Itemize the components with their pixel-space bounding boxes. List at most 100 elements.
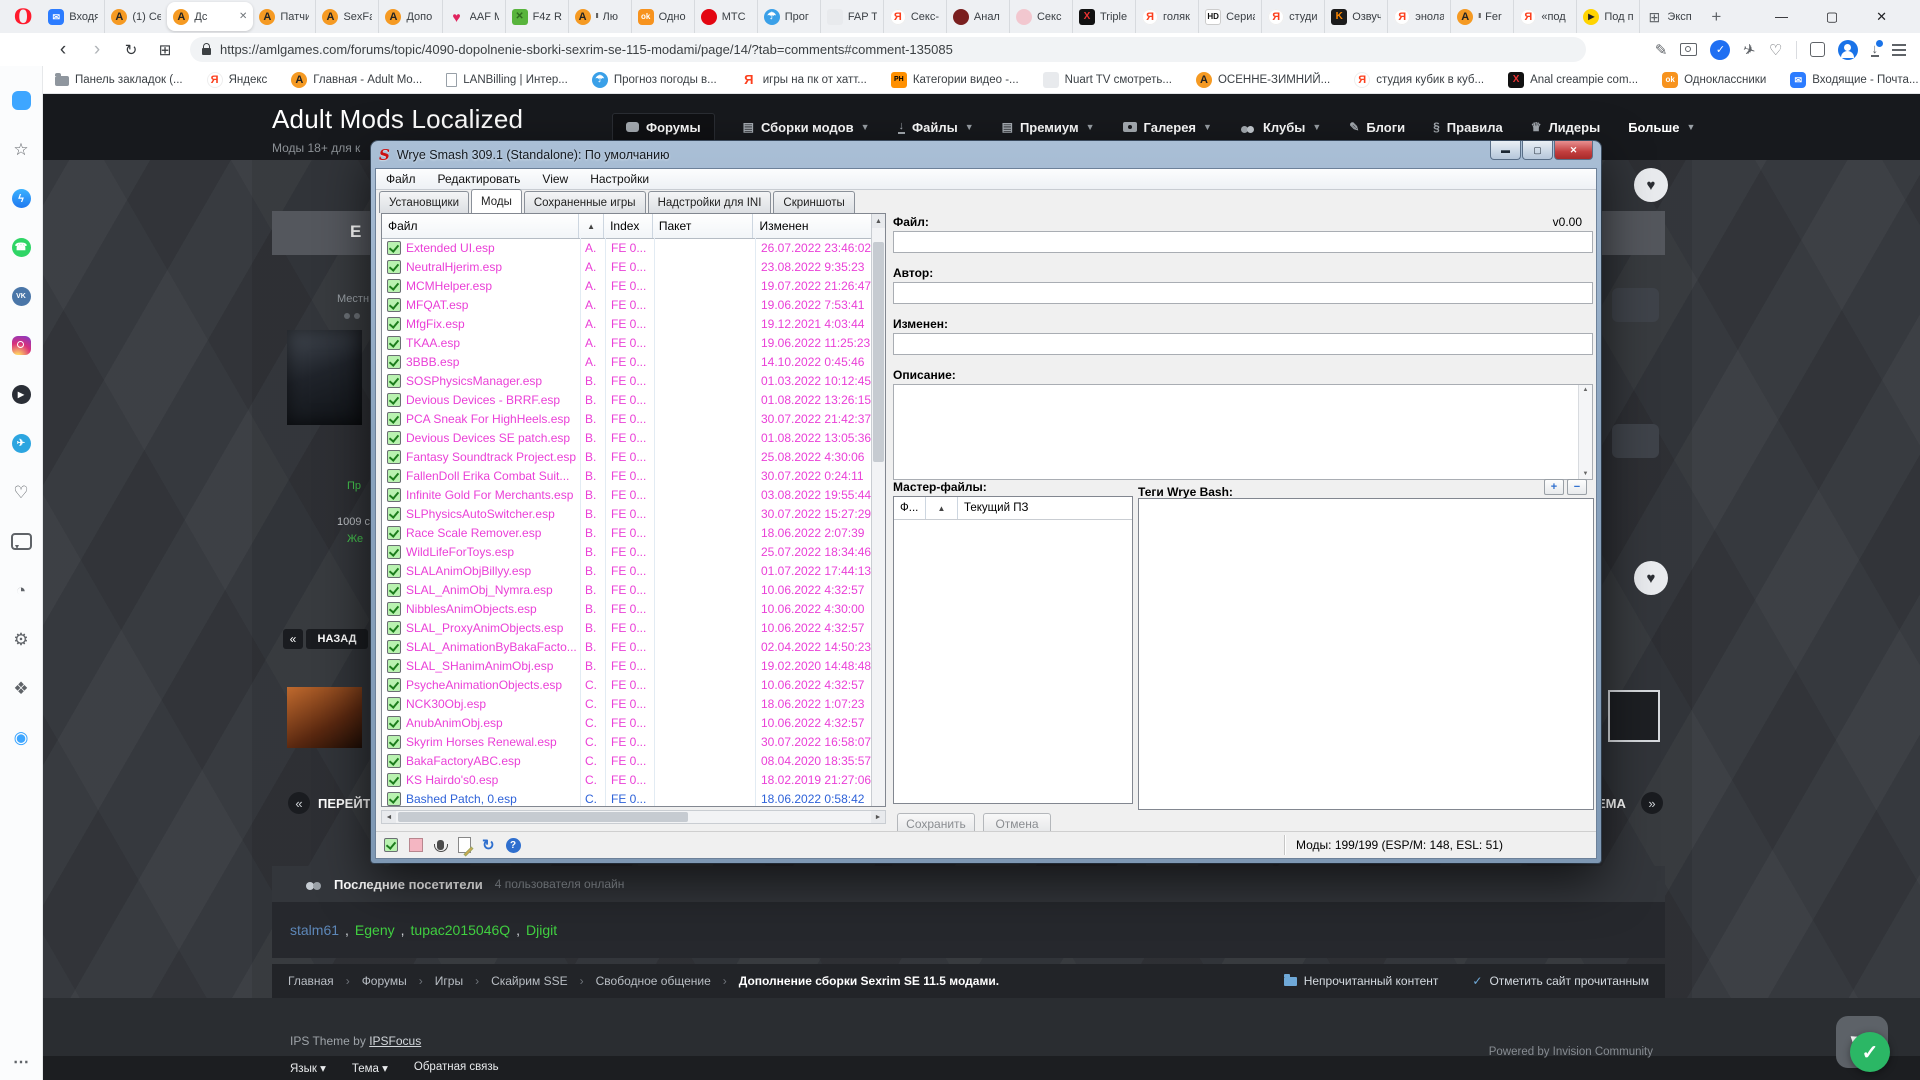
table-row[interactable]: PCA Sneak For HighHeels.espB.FE 0...30.0… [382, 409, 872, 428]
master-column-loadorder[interactable]: Текущий ПЗ [958, 497, 1132, 519]
browser-minimize-button[interactable]: — [1775, 9, 1788, 24]
nav-item-Правила[interactable]: §Правила [1433, 120, 1503, 135]
sidebar-messenger-icon[interactable]: ϟ [0, 174, 43, 223]
profile-link-fragment[interactable]: Пр [347, 480, 361, 492]
mod-checkbox[interactable] [382, 697, 406, 711]
status-check-widget[interactable]: ✓ [1850, 1032, 1890, 1072]
table-row[interactable]: Devious Devices SE patch.espB.FE 0...01.… [382, 428, 872, 447]
tag-remove-button[interactable]: − [1567, 479, 1587, 495]
doc-edit-icon[interactable] [458, 837, 471, 853]
table-row[interactable]: NCK30Obj.espC.FE 0...18.06.2022 1:07:23 [382, 694, 872, 713]
browser-tab[interactable]: AПатчи [253, 0, 315, 33]
browser-tab[interactable]: ♥AAF M [442, 0, 505, 33]
mod-checkbox[interactable] [382, 602, 406, 616]
mod-checkbox[interactable] [382, 393, 406, 407]
browser-tab[interactable]: ✉Входя [42, 0, 104, 33]
description-textarea[interactable]: ▲▼ [893, 384, 1593, 480]
table-row[interactable]: Race Scale Remover.espB.FE 0...18.06.202… [382, 523, 872, 542]
mod-checkbox[interactable] [382, 450, 406, 464]
signature-image[interactable] [287, 687, 362, 748]
browser-tab[interactable]: Яэнола [1387, 0, 1450, 33]
browser-tab[interactable]: ⊞Эксп [1639, 0, 1702, 33]
horizontal-scrollbar[interactable]: ◄ ► [381, 810, 886, 824]
column-modified[interactable]: Изменен [753, 214, 872, 238]
sidebar-settings-icon[interactable]: ⚙ [0, 615, 43, 664]
column-package[interactable]: Пакет [653, 214, 754, 238]
table-row[interactable]: PsycheAnimationObjects.espC.FE 0...10.06… [382, 675, 872, 694]
bookmark-item[interactable]: ЯЯндекс [207, 72, 268, 88]
table-row[interactable]: TKAA.espA.FE 0...19.06.2022 11:25:23 [382, 333, 872, 352]
mod-checkbox[interactable] [382, 678, 406, 692]
sidebar-workspace-icon[interactable] [0, 76, 43, 125]
table-row[interactable]: Skyrim Horses Renewal.espC.FE 0...30.07.… [382, 732, 872, 751]
browser-tab[interactable]: XTriple [1072, 0, 1135, 33]
sidebar-vk-icon[interactable]: VK [0, 272, 43, 321]
bookmark-item[interactable]: ✉Входящие - Почта... [1790, 72, 1918, 88]
mod-checkbox[interactable] [382, 621, 406, 635]
new-tab-button[interactable]: + [1702, 7, 1730, 27]
sidebar-star-icon[interactable]: ☆ [0, 125, 43, 174]
browser-tab[interactable]: МТС [694, 0, 757, 33]
vpn-badge-icon[interactable]: ✓ [1710, 40, 1730, 60]
url-field[interactable]: https://amlgames.com/forums/topic/4090-d… [190, 37, 1586, 62]
bookmark-item[interactable]: Панель закладок (... [55, 73, 183, 86]
browser-tab[interactable]: ▶Под п [1576, 0, 1639, 33]
breadcrumb-item[interactable]: Форумы [362, 974, 407, 988]
back-button[interactable]: ‹ [46, 39, 80, 61]
tab-Скриншоты[interactable]: Скриншоты [773, 191, 854, 213]
url-text[interactable]: https://amlgames.com/forums/topic/4090-d… [220, 42, 953, 57]
browser-tab[interactable]: AIIЛю [568, 0, 631, 33]
window-minimize-button[interactable]: ▬ [1490, 141, 1521, 160]
menu-Настройки[interactable]: Настройки [590, 172, 649, 186]
mod-checkbox[interactable] [382, 412, 406, 426]
nav-item-Больше[interactable]: Больше▼ [1628, 120, 1695, 135]
nav-item-Файлы[interactable]: ↓Файлы▼ [898, 120, 974, 135]
mod-checkbox[interactable] [382, 317, 406, 331]
table-row[interactable]: SLAL_AnimObj_Nymra.espB.FE 0...10.06.202… [382, 580, 872, 599]
browser-tab[interactable]: ✕F4z R [505, 0, 568, 33]
window-titlebar[interactable]: S Wrye Smash 309.1 (Standalone): По умол… [371, 141, 1601, 168]
file-input[interactable] [893, 231, 1593, 253]
next-topic-fragment[interactable]: ЕМА [1597, 796, 1626, 811]
lock-icon[interactable] [202, 48, 211, 55]
refresh-icon[interactable]: ↻ [482, 836, 495, 854]
nav-item-Блоги[interactable]: ✎Блоги [1349, 120, 1405, 135]
browser-tab[interactable]: HDСериа [1198, 0, 1261, 33]
bookmark-item[interactable]: AГлавная - Adult Mo... [291, 72, 422, 88]
scroll-thumb[interactable] [398, 812, 688, 822]
tags-box[interactable] [1138, 498, 1594, 810]
extension-icon[interactable] [1810, 42, 1825, 57]
table-row[interactable]: MFQAT.espA.FE 0...19.06.2022 7:53:41 [382, 295, 872, 314]
nav-item-Клубы[interactable]: Клубы▼ [1240, 120, 1321, 135]
mod-checkbox[interactable] [382, 507, 406, 521]
easy-setup-icon[interactable] [1892, 44, 1906, 56]
sidebar-likes-icon[interactable]: ♡ [0, 468, 43, 517]
table-row[interactable]: MCMHelper.espA.FE 0...19.07.2022 21:26:4… [382, 276, 872, 295]
browser-maximize-button[interactable]: ▢ [1826, 9, 1838, 25]
post-control-f ragment[interactable] [1612, 424, 1659, 458]
table-row[interactable]: WildLifeForToys.espB.FE 0...25.07.2022 1… [382, 542, 872, 561]
tag-add-button[interactable]: + [1544, 479, 1564, 495]
table-row[interactable]: SLAL_SHanimAnimObj.espB.FE 0...19.02.202… [382, 656, 872, 675]
browser-tab[interactable]: okОдно [631, 0, 694, 33]
bookmark-item[interactable]: Ястудия кубик в куб... [1354, 72, 1484, 88]
table-row[interactable]: 3BBB.espA.FE 0...14.10.2022 0:45:46 [382, 352, 872, 371]
downloads-icon[interactable]: ↓ [1871, 43, 1880, 57]
sidebar-player-icon[interactable]: ▶ [0, 370, 43, 419]
browser-tab[interactable]: ASexFa [315, 0, 378, 33]
table-row[interactable]: AnubAnimObj.espC.FE 0...10.06.2022 4:32:… [382, 713, 872, 732]
next-topic-chevron[interactable]: » [1641, 792, 1663, 814]
table-row[interactable]: Infinite Gold For Merchants.espB.FE 0...… [382, 485, 872, 504]
browser-tab[interactable]: Анал [946, 0, 1009, 33]
sidebar-chat-icon[interactable] [0, 517, 43, 566]
sidebar-more-icon[interactable]: ⋯ [13, 1052, 29, 1072]
bookmark-item[interactable]: AОСЕННЕ-ЗИМНИЙ... [1196, 72, 1330, 88]
mod-checkbox[interactable] [382, 241, 406, 255]
sidebar-flow-icon[interactable]: ◉ [0, 713, 43, 762]
mod-checkbox[interactable] [382, 659, 406, 673]
mods-table-header[interactable]: Файл ▲ Index Пакет Изменен [382, 214, 872, 239]
table-row[interactable]: Fantasy Soundtrack Project.espB.FE 0...2… [382, 447, 872, 466]
menu-Редактировать[interactable]: Редактировать [438, 172, 521, 186]
breadcrumb-item[interactable]: Свободное общение [596, 974, 711, 988]
nav-item-Форумы[interactable]: Форумы [612, 113, 715, 142]
